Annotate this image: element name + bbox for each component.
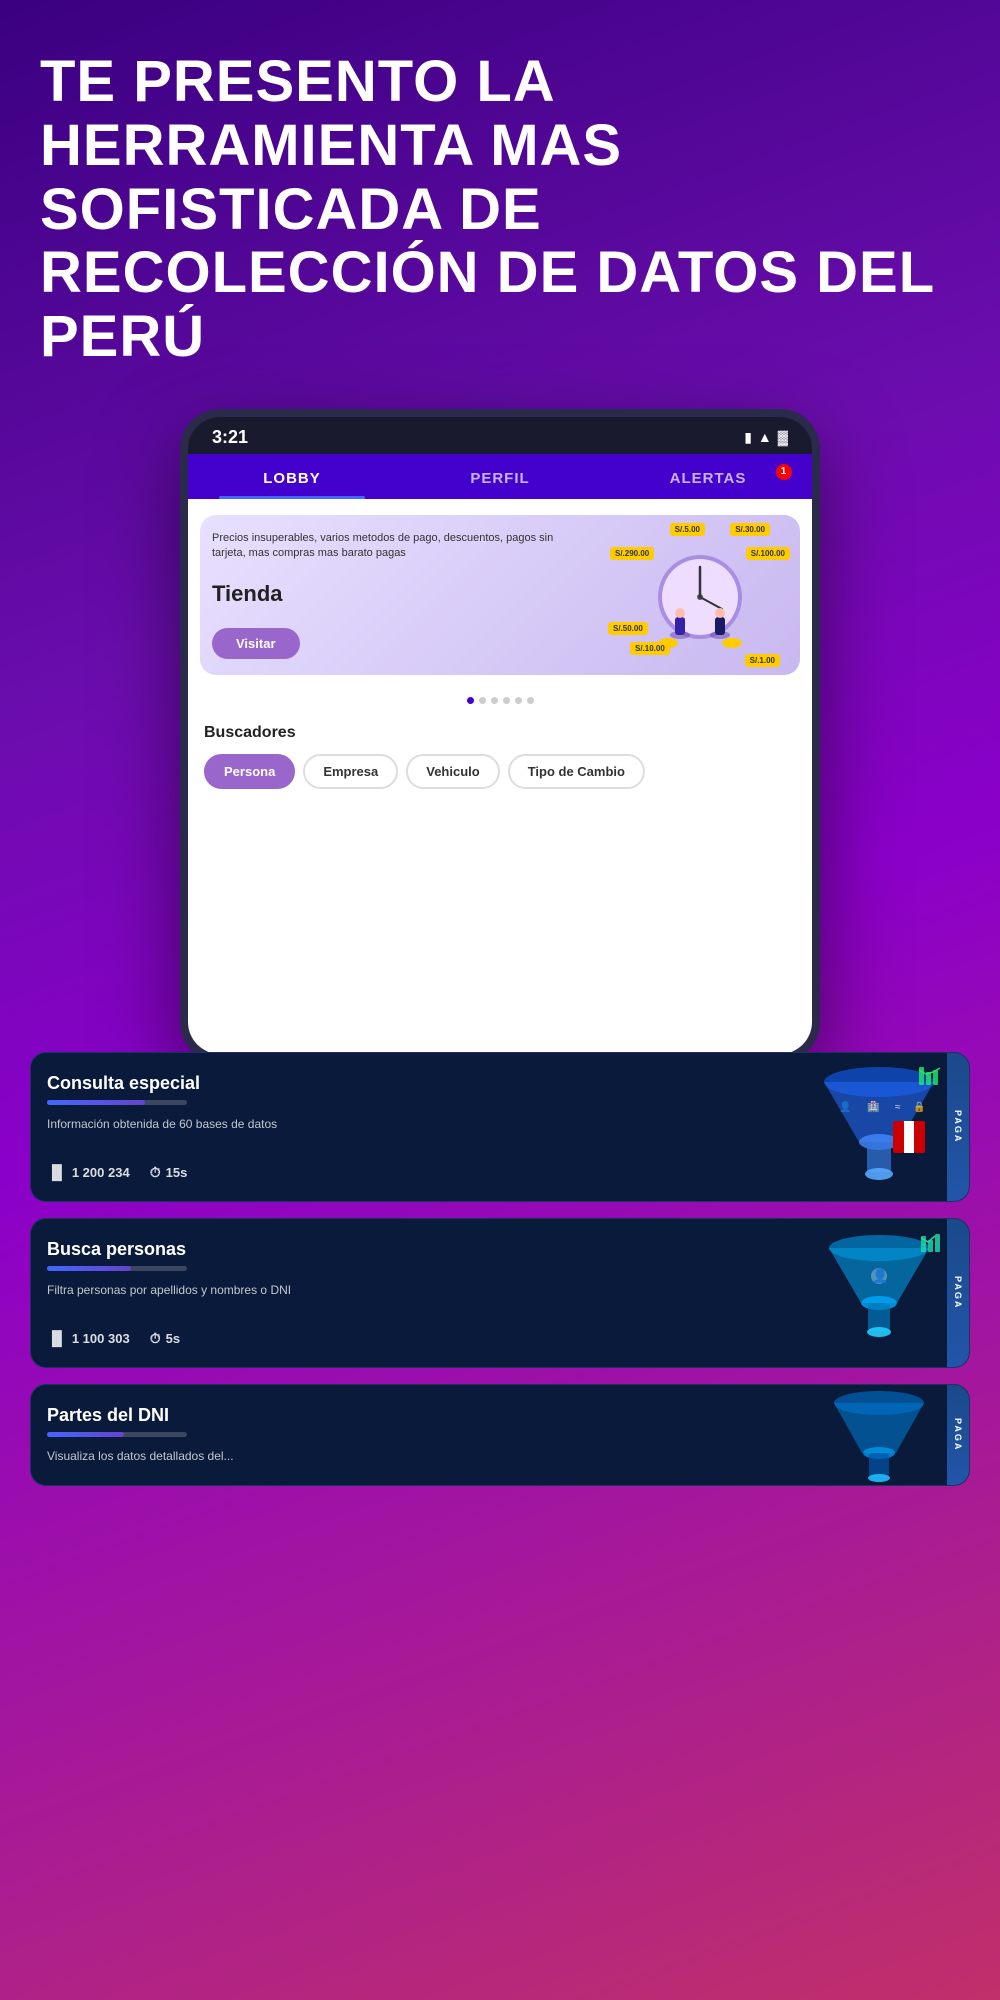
card-busca-personas: Busca personas Filtra personas por apell… [30,1218,970,1368]
card-partes-dni: Partes del DNI Visualiza los datos detal… [30,1384,970,1486]
stat-time: ⏱ 15s [150,1164,188,1181]
search-filters: Persona Empresa Vehiculo Tipo de Cambio [204,754,796,789]
svg-text:≈: ≈ [895,1102,901,1113]
card-busca-stats: ▐▌ 1 100 303 ⏱ 5s [47,1330,773,1347]
price-tag-6: S/.10.00 [630,642,670,655]
price-tag-5: S/.50.00 [608,622,648,635]
search-section: Buscadores Persona Empresa Vehiculo Tipo… [188,714,812,803]
banner-visit-button[interactable]: Visitar [212,628,300,659]
cards-section: Consulta especial Información obtenida d… [0,1052,1000,1516]
price-tag-4: S/.100.00 [746,547,790,560]
filter-vehiculo[interactable]: Vehiculo [406,754,499,789]
price-tag-3: S/.290.00 [610,547,654,560]
app-tabs: LOBBY PERFIL ALERTAS 1 [188,454,812,499]
alertas-badge: 1 [776,464,792,480]
clock-icon-1: ⏱ [150,1164,161,1181]
dot-4 [503,697,510,704]
card-consulta-title: Consulta especial [47,1073,773,1094]
stat-busca-count: ▐▌ 1 100 303 [47,1330,130,1346]
card-consulta-desc: Información obtenida de 60 bases de dato… [47,1115,773,1133]
card-dni-title: Partes del DNI [47,1405,773,1426]
card-busca-desc: Filtra personas por apellidos y nombres … [47,1281,773,1299]
banner-title: Tienda [212,581,588,607]
hero-title: TE PRESENTO LA HERRAMIENTA MAS SOFISTICA… [40,50,960,369]
paga-badge-2: PAGA [947,1219,969,1367]
svg-text:👤: 👤 [839,1100,851,1113]
filter-empresa[interactable]: Empresa [303,754,398,789]
tab-perfil[interactable]: PERFIL [396,454,604,499]
battery-icon: ▓ [778,429,788,445]
card-busca-left: Busca personas Filtra personas por apell… [31,1219,789,1367]
paga-badge-1: PAGA [947,1053,969,1201]
card-consulta-illustration: 👤 🏥 ≈ 🔒 [789,1053,969,1201]
price-tag-1: S/.30.00 [730,523,770,536]
card-dni-desc: Visualiza los datos detallados del... [47,1447,773,1465]
svg-text:🏥: 🏥 [867,1100,879,1113]
dot-2 [479,697,486,704]
tab-lobby[interactable]: LOBBY [188,454,396,499]
paga-badge-3: PAGA [947,1385,969,1485]
sim-icon: ▮ [744,429,752,446]
stat-busca-time: ⏱ 5s [150,1330,180,1347]
funnel-svg-1: 👤 🏥 ≈ 🔒 [809,1062,949,1192]
banner-illustration: S/.30.00 S/.5.00 S/.290.00 S/.100.00 S/.… [600,515,800,675]
phone-section: 3:21 ▮ ▲ ▓ LOBBY PERFIL ALERTAS 1 [0,389,1000,1062]
phone-status-bar: 3:21 ▮ ▲ ▓ [188,417,812,454]
banner-card: Precios insuperables, varios metodos de … [200,515,800,675]
svg-text:👤: 👤 [872,1268,888,1283]
card-consulta-especial: Consulta especial Información obtenida d… [30,1052,970,1202]
wifi-icon: ▲ [758,429,772,445]
hero-section: TE PRESENTO LA HERRAMIENTA MAS SOFISTICA… [0,0,1000,389]
filter-tipo-cambio[interactable]: Tipo de Cambio [508,754,645,789]
phone-time: 3:21 [212,427,248,448]
card-busca-progress-fill [47,1266,131,1271]
card-dni-progress-bar [47,1432,187,1437]
svg-text:🔒: 🔒 [913,1101,925,1113]
card-consulta-stats: ▐▌ 1 200 234 ⏱ 15s [47,1164,773,1181]
bar-chart-icon: ▐▌ [47,1164,67,1180]
card-busca-progress-bar [47,1266,187,1271]
card-dni-left: Partes del DNI Visualiza los datos detal… [31,1385,789,1485]
card-busca-title: Busca personas [47,1239,773,1260]
card-dni-illustration [789,1385,969,1485]
dot-6 [527,697,534,704]
filter-persona[interactable]: Persona [204,754,295,789]
phone-mockup: 3:21 ▮ ▲ ▓ LOBBY PERFIL ALERTAS 1 [180,409,820,1062]
banner-description: Precios insuperables, varios metodos de … [212,531,588,562]
card-consulta-progress-bar [47,1100,187,1105]
card-busca-illustration: 👤 [789,1219,969,1367]
banner-left: Precios insuperables, varios metodos de … [200,515,600,675]
carousel-dots [188,691,812,714]
phone-status-icons: ▮ ▲ ▓ [744,429,788,446]
funnel-svg-2: 👤 [809,1228,949,1358]
funnel-svg-3 [814,1385,944,1485]
bar-chart-icon-2: ▐▌ [47,1330,67,1346]
app-content: LOBBY PERFIL ALERTAS 1 Precios insuperab… [188,454,812,1054]
price-tag-2: S/.5.00 [670,523,705,536]
card-consulta-left: Consulta especial Información obtenida d… [31,1053,789,1201]
clock-illustration [640,535,760,655]
card-consulta-progress-fill [47,1100,145,1105]
card-dni-progress-fill [47,1432,124,1437]
price-tag-7: S/.1.00 [745,654,780,667]
dot-3 [491,697,498,704]
dot-1 [467,697,474,704]
search-title: Buscadores [204,724,796,742]
tab-alertas[interactable]: ALERTAS 1 [604,454,812,499]
clock-icon-2: ⏱ [150,1330,161,1347]
dot-5 [515,697,522,704]
stat-count: ▐▌ 1 200 234 [47,1164,130,1180]
